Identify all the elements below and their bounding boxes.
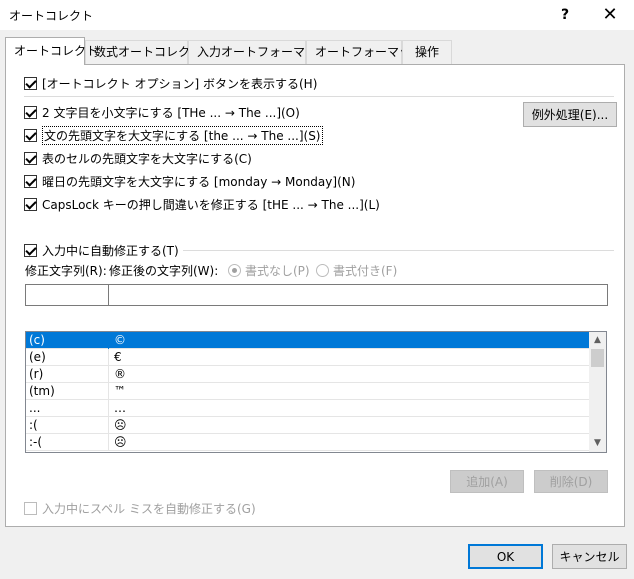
spelling-autocorrect-label: 入力中にスペル ミスを自動修正する(G) [42, 501, 256, 516]
entry-with: © [114, 333, 126, 347]
add-button[interactable]: 追加(A) [450, 470, 524, 493]
show-autocorrect-buttons-option[interactable]: [オートコレクト オプション] ボタンを表示する(H) [24, 74, 317, 92]
replace-as-you-type-label: 入力中に自動修正する(T) [42, 243, 179, 258]
entry-with: ® [114, 367, 126, 381]
window-title: オートコレクト [9, 9, 94, 23]
replace-input[interactable] [25, 284, 109, 306]
cancel-button[interactable]: キャンセル [552, 544, 627, 569]
list-item[interactable]: :-( ☹ [26, 434, 591, 451]
title-bar [0, 0, 634, 30]
separator [24, 96, 614, 97]
two-initial-caps-option[interactable]: 2 文字目を小文字にする [THe ... → The ...](O) [24, 103, 300, 121]
list-item[interactable]: (tm) ™ [26, 383, 591, 400]
caps-lock-label: CapsLock キーの押し間違いを修正する [tHE ... → The ..… [42, 197, 380, 212]
capitalize-sentences-option[interactable]: 文の先頭文字を大文字にする [the ... → The ...](S) [24, 125, 323, 145]
replace-label: 修正文字列(R): [25, 264, 107, 278]
entry-replace: (c) [26, 332, 109, 349]
entry-with: ☹ [114, 435, 127, 449]
tab-autocorrect[interactable]: オートコレクト [5, 37, 98, 65]
checkbox[interactable] [24, 197, 37, 211]
chevron-up-icon[interactable]: ▲ [589, 332, 606, 349]
ok-button[interactable]: OK [468, 544, 543, 569]
capitalize-days-option[interactable]: 曜日の先頭文字を大文字にする [monday → Monday](N) [24, 172, 355, 190]
formatted-text-option: 書式付き(F) [316, 261, 397, 279]
with-input[interactable] [108, 284, 608, 306]
plain-text-label: 書式なし(P) [245, 263, 310, 278]
list-item[interactable]: :( ☹ [26, 417, 591, 434]
checkbox[interactable] [24, 128, 37, 142]
entry-with: ™ [114, 384, 126, 398]
close-button[interactable]: ✕ [598, 3, 622, 27]
entry-with: ☹ [114, 418, 127, 432]
list-item[interactable]: (e) € [26, 349, 591, 366]
show-autocorrect-buttons-label: [オートコレクト オプション] ボタンを表示する(H) [42, 76, 318, 91]
checkbox[interactable] [24, 76, 37, 90]
checkbox [24, 501, 37, 515]
help-button[interactable]: ? [553, 3, 577, 27]
checkbox[interactable] [24, 151, 37, 165]
checkbox[interactable] [24, 105, 37, 119]
entry-replace: ... [26, 400, 109, 417]
list-item[interactable]: (r) ® [26, 366, 591, 383]
replace-as-you-type-option[interactable]: 入力中に自動修正する(T) [24, 241, 183, 259]
entry-replace: :( [26, 417, 109, 434]
entry-replace: :-( [26, 434, 109, 451]
radio-button [316, 263, 329, 277]
formatted-text-label: 書式付き(F) [333, 263, 398, 278]
tab-autoformat-as-you-type[interactable]: 入力オートフォーマット [188, 40, 329, 64]
exceptions-button[interactable]: 例外処理(E)... [523, 102, 617, 127]
tab-math-autocorrect[interactable]: 数式オートコレクト [85, 40, 202, 64]
entry-replace: (e) [26, 349, 109, 366]
two-initial-caps-label: 2 文字目を小文字にする [THe ... → The ...](O) [42, 105, 300, 120]
spelling-autocorrect-option: 入力中にスペル ミスを自動修正する(G) [24, 499, 256, 517]
capitalize-sentences-label: 文の先頭文字を大文字にする [the ... → The ...](S) [42, 125, 323, 145]
capitalize-days-label: 曜日の先頭文字を大文字にする [monday → Monday](N) [42, 174, 356, 189]
scrollbar-thumb[interactable] [591, 349, 604, 367]
checkbox[interactable] [24, 174, 37, 188]
entry-replace: (tm) [26, 383, 109, 400]
tab-autoformat[interactable]: オートフォーマット [306, 40, 423, 64]
radio-button [228, 263, 241, 277]
checkbox[interactable] [24, 243, 37, 257]
tab-actions[interactable]: 操作 [402, 40, 452, 64]
capitalize-table-cells-option[interactable]: 表のセルの先頭文字を大文字にする(C) [24, 149, 252, 167]
chevron-down-icon[interactable]: ▼ [589, 435, 606, 452]
list-scrollbar[interactable]: ▲ ▼ [589, 332, 606, 452]
with-label: 修正後の文字列(W): [109, 264, 219, 278]
capitalize-table-cells-label: 表のセルの先頭文字を大文字にする(C) [42, 151, 252, 166]
list-item[interactable]: ... … [26, 400, 591, 417]
entry-replace: (r) [26, 366, 109, 383]
list-item[interactable]: (c) © [26, 332, 591, 349]
delete-button[interactable]: 削除(D) [534, 470, 608, 493]
plain-text-option: 書式なし(P) [228, 261, 310, 279]
autocorrect-entries-list[interactable]: (c) © (e) € (r) ® (tm) ™ ... … :( ☹ :-( … [25, 331, 607, 453]
caps-lock-option[interactable]: CapsLock キーの押し間違いを修正する [tHE ... → The ..… [24, 195, 380, 213]
entry-with: … [114, 401, 126, 415]
entry-with: € [114, 350, 122, 364]
